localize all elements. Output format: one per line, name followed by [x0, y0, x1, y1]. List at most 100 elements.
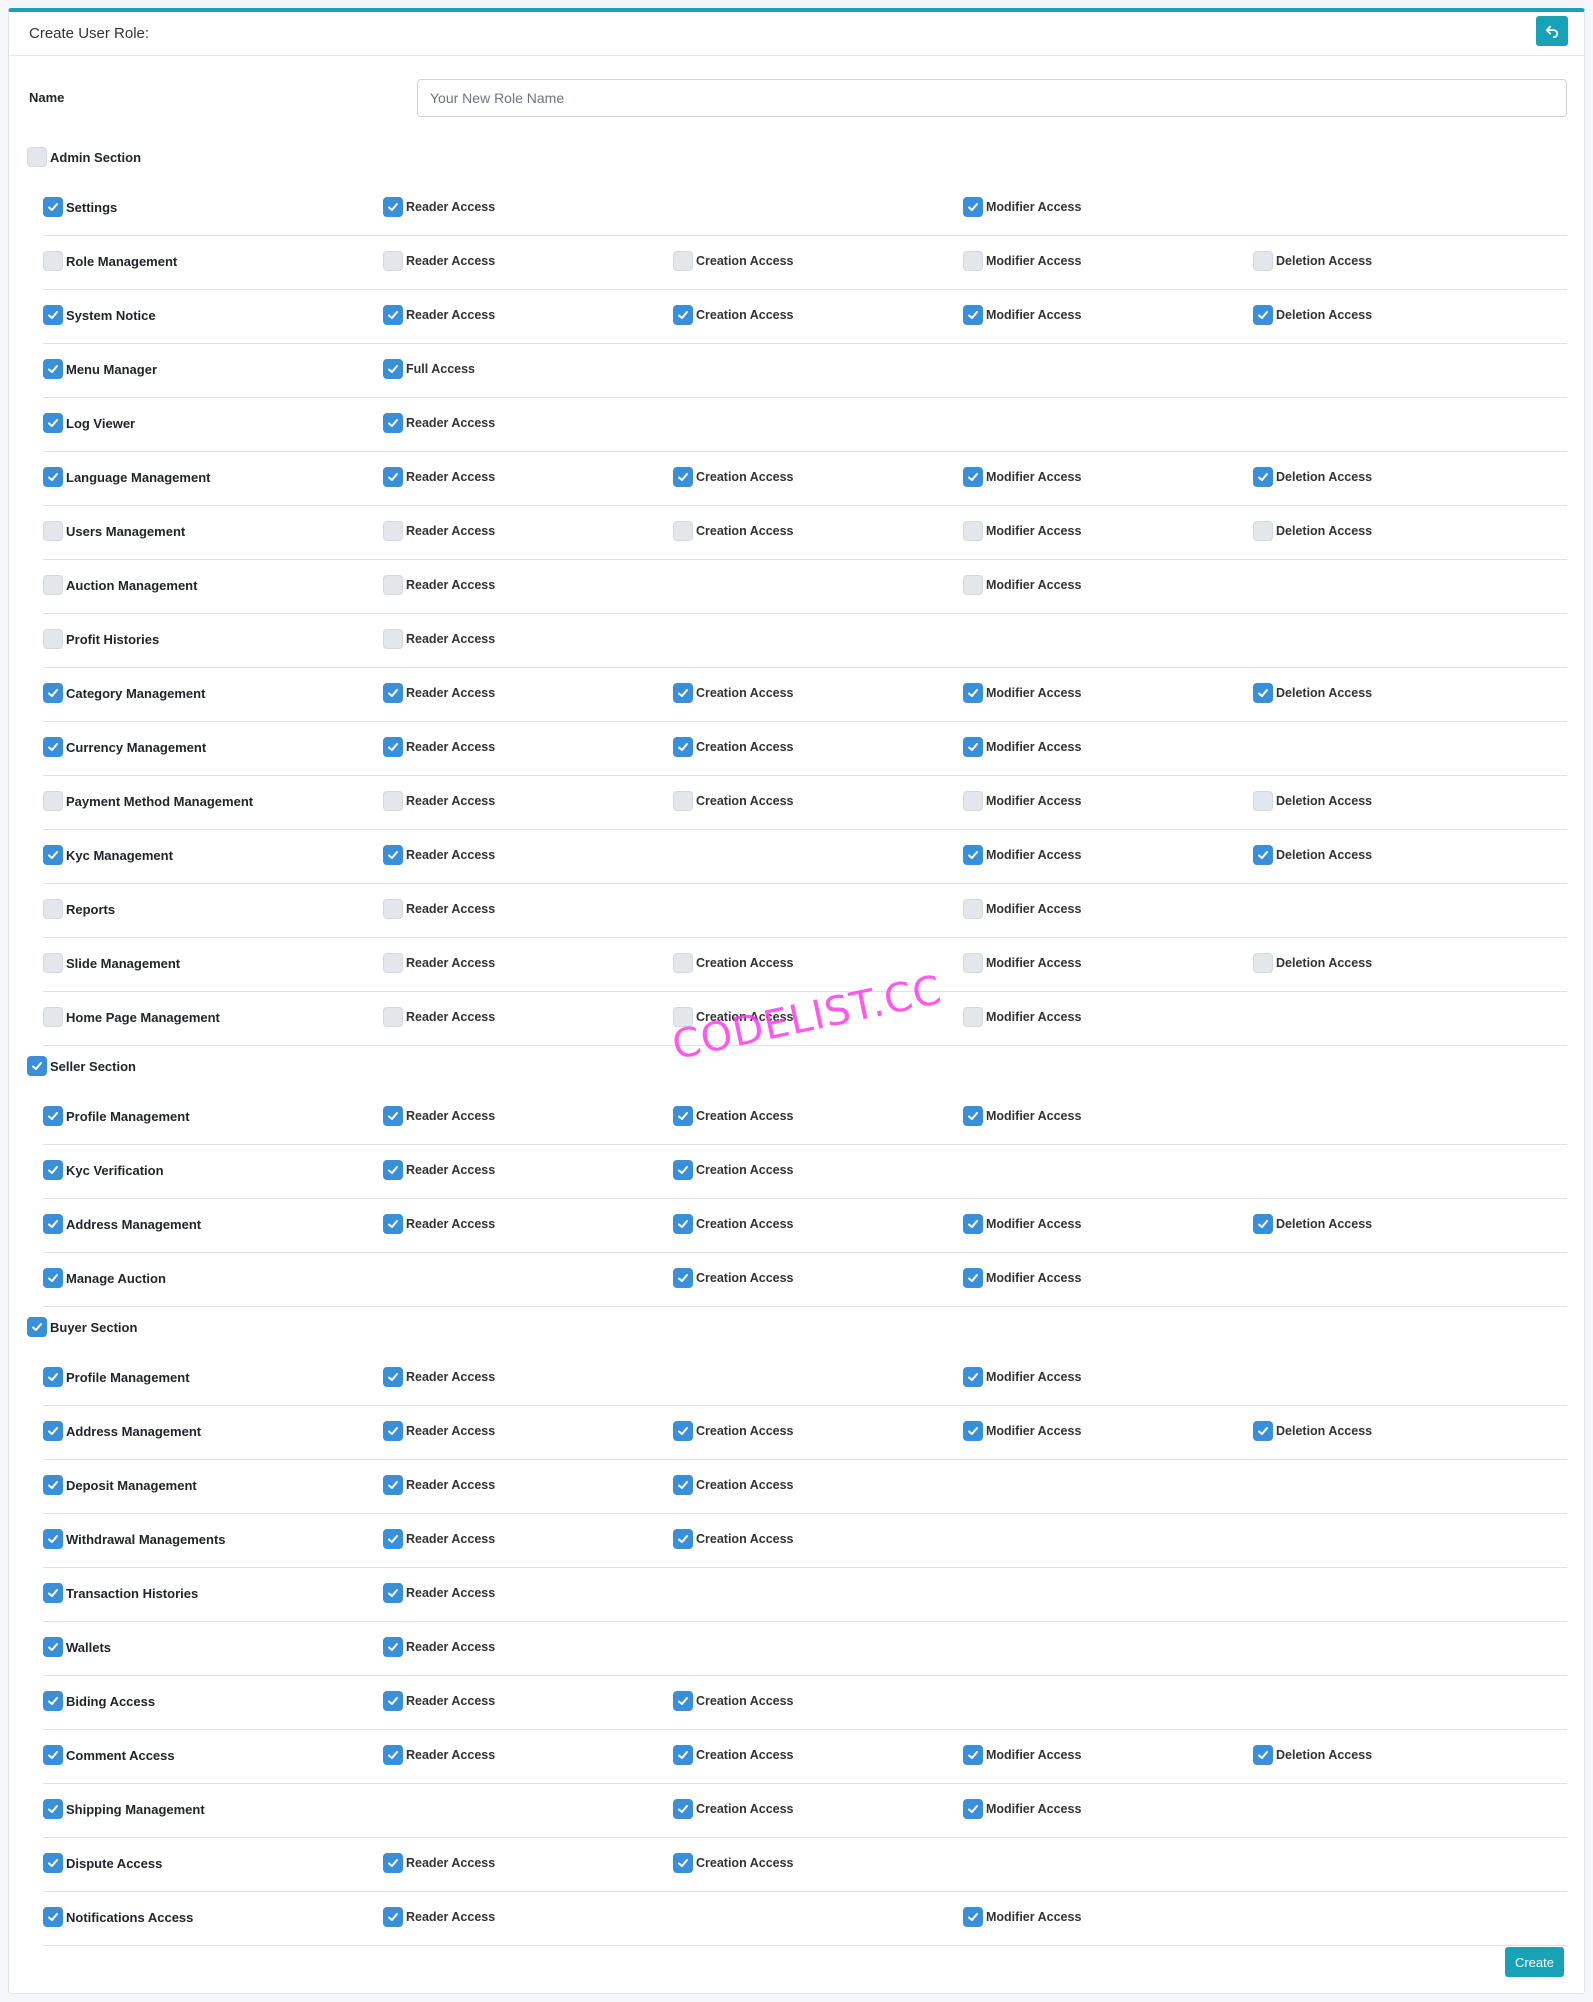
module-checkbox[interactable] — [43, 413, 63, 433]
access-option[interactable]: Creation Access — [673, 1691, 794, 1711]
module-checkbox[interactable] — [43, 1529, 63, 1549]
access-checkbox[interactable] — [963, 899, 983, 919]
module-checkbox-label[interactable]: Home Page Management — [43, 1007, 220, 1027]
module-checkbox[interactable] — [43, 467, 63, 487]
access-checkbox[interactable] — [383, 1745, 403, 1765]
access-checkbox[interactable] — [383, 791, 403, 811]
access-option[interactable]: Creation Access — [673, 1268, 794, 1288]
module-checkbox-label[interactable]: Dispute Access — [43, 1853, 162, 1873]
access-option[interactable]: Reader Access — [383, 1853, 495, 1873]
access-option[interactable]: Creation Access — [673, 1007, 794, 1027]
access-option[interactable]: Creation Access — [673, 1475, 794, 1495]
module-checkbox[interactable] — [43, 1214, 63, 1234]
access-option[interactable]: Modifier Access — [963, 845, 1081, 865]
access-option[interactable]: Reader Access — [383, 629, 495, 649]
access-option[interactable]: Modifier Access — [963, 1907, 1081, 1927]
access-checkbox[interactable] — [673, 305, 693, 325]
module-checkbox-label[interactable]: System Notice — [43, 305, 156, 325]
access-checkbox[interactable] — [383, 845, 403, 865]
module-checkbox[interactable] — [43, 251, 63, 271]
access-option[interactable]: Reader Access — [383, 413, 495, 433]
access-checkbox[interactable] — [1253, 683, 1273, 703]
access-option[interactable]: Modifier Access — [963, 1367, 1081, 1387]
module-checkbox[interactable] — [43, 1745, 63, 1765]
access-checkbox[interactable] — [963, 305, 983, 325]
access-checkbox[interactable] — [383, 305, 403, 325]
module-checkbox[interactable] — [43, 1691, 63, 1711]
access-checkbox[interactable] — [1253, 1214, 1273, 1234]
access-option[interactable]: Creation Access — [673, 953, 794, 973]
access-option[interactable]: Reader Access — [383, 737, 495, 757]
access-checkbox[interactable] — [673, 1106, 693, 1126]
access-checkbox[interactable] — [1253, 305, 1273, 325]
access-checkbox[interactable] — [383, 737, 403, 757]
access-checkbox[interactable] — [383, 1907, 403, 1927]
access-checkbox[interactable] — [383, 1853, 403, 1873]
access-checkbox[interactable] — [963, 1007, 983, 1027]
module-checkbox[interactable] — [43, 197, 63, 217]
access-option[interactable]: Modifier Access — [963, 953, 1081, 973]
module-checkbox-label[interactable]: Reports — [43, 899, 115, 919]
access-checkbox[interactable] — [383, 1637, 403, 1657]
access-option[interactable]: Reader Access — [383, 305, 495, 325]
access-option[interactable]: Modifier Access — [963, 1799, 1081, 1819]
module-checkbox[interactable] — [43, 1421, 63, 1441]
access-option[interactable]: Deletion Access — [1253, 1421, 1372, 1441]
access-checkbox[interactable] — [673, 467, 693, 487]
access-option[interactable]: Modifier Access — [963, 899, 1081, 919]
access-option[interactable]: Modifier Access — [963, 1745, 1081, 1765]
module-checkbox[interactable] — [43, 1160, 63, 1180]
access-checkbox[interactable] — [673, 683, 693, 703]
access-checkbox[interactable] — [963, 251, 983, 271]
access-option[interactable]: Reader Access — [383, 1214, 495, 1234]
module-checkbox[interactable] — [43, 1583, 63, 1603]
access-option[interactable]: Deletion Access — [1253, 683, 1372, 703]
access-checkbox[interactable] — [383, 1583, 403, 1603]
access-checkbox[interactable] — [963, 737, 983, 757]
access-option[interactable]: Reader Access — [383, 1421, 495, 1441]
access-option[interactable]: Creation Access — [673, 1421, 794, 1441]
access-checkbox[interactable] — [673, 1799, 693, 1819]
access-option[interactable]: Reader Access — [383, 1637, 495, 1657]
access-option[interactable]: Deletion Access — [1253, 251, 1372, 271]
access-checkbox[interactable] — [963, 791, 983, 811]
access-checkbox[interactable] — [383, 1421, 403, 1441]
module-checkbox-label[interactable]: Biding Access — [43, 1691, 155, 1711]
module-checkbox-label[interactable]: Address Management — [43, 1214, 201, 1234]
module-checkbox[interactable] — [43, 737, 63, 757]
module-checkbox[interactable] — [43, 1106, 63, 1126]
section-header[interactable]: Buyer Section — [27, 1315, 137, 1339]
access-option[interactable]: Creation Access — [673, 1106, 794, 1126]
access-option[interactable]: Modifier Access — [963, 1421, 1081, 1441]
access-checkbox[interactable] — [963, 467, 983, 487]
access-checkbox[interactable] — [963, 1745, 983, 1765]
section-checkbox[interactable] — [27, 1056, 47, 1076]
module-checkbox-label[interactable]: Category Management — [43, 683, 205, 703]
access-checkbox[interactable] — [673, 1421, 693, 1441]
access-checkbox[interactable] — [383, 359, 403, 379]
access-checkbox[interactable] — [1253, 251, 1273, 271]
access-option[interactable]: Modifier Access — [963, 1106, 1081, 1126]
module-checkbox[interactable] — [43, 899, 63, 919]
access-option[interactable]: Creation Access — [673, 521, 794, 541]
module-checkbox-label[interactable]: Payment Method Management — [43, 791, 253, 811]
access-option[interactable]: Creation Access — [673, 791, 794, 811]
access-option[interactable]: Modifier Access — [963, 683, 1081, 703]
access-checkbox[interactable] — [383, 1367, 403, 1387]
module-checkbox[interactable] — [43, 1268, 63, 1288]
access-checkbox[interactable] — [963, 1799, 983, 1819]
access-option[interactable]: Creation Access — [673, 1799, 794, 1819]
access-option[interactable]: Reader Access — [383, 467, 495, 487]
access-checkbox[interactable] — [963, 1214, 983, 1234]
access-option[interactable]: Deletion Access — [1253, 467, 1372, 487]
module-checkbox-label[interactable]: Address Management — [43, 1421, 201, 1441]
module-checkbox-label[interactable]: Deposit Management — [43, 1475, 197, 1495]
access-option[interactable]: Creation Access — [673, 1160, 794, 1180]
access-option[interactable]: Deletion Access — [1253, 521, 1372, 541]
section-header[interactable]: Seller Section — [27, 1054, 136, 1078]
access-option[interactable]: Reader Access — [383, 575, 495, 595]
access-checkbox[interactable] — [963, 1367, 983, 1387]
access-option[interactable]: Modifier Access — [963, 305, 1081, 325]
module-checkbox[interactable] — [43, 1475, 63, 1495]
module-checkbox[interactable] — [43, 629, 63, 649]
